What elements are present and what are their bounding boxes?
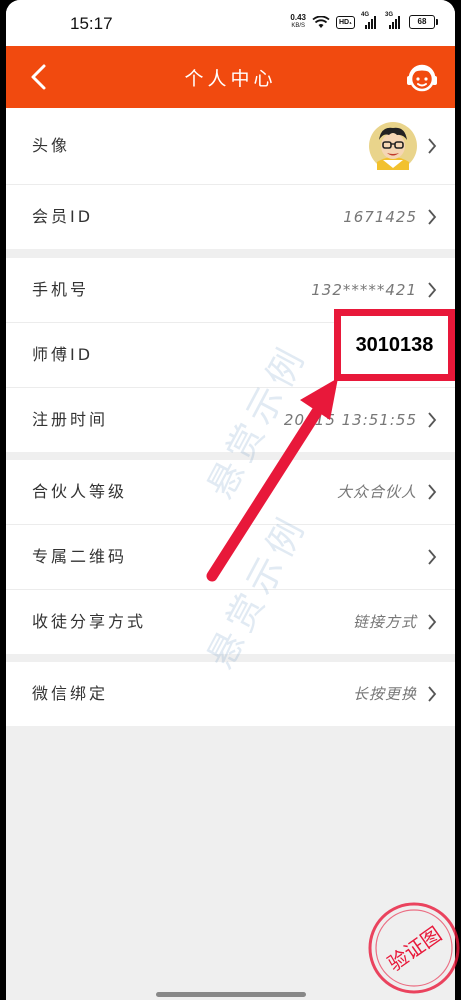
chevron-right-icon	[428, 549, 437, 565]
page-title: 个人中心	[184, 68, 277, 90]
wechat-bind-value: 长按更换	[352, 685, 417, 703]
avatar-row[interactable]: 头像	[6, 108, 455, 185]
partner-level-label: 合伙人等级	[32, 482, 128, 501]
chevron-right-icon	[428, 412, 437, 428]
net-speed-unit: KB/S	[291, 23, 306, 29]
master-id-value: 3010138	[355, 334, 434, 356]
member-id-value: 1671425	[343, 208, 417, 226]
status-time: 15:17	[70, 14, 113, 33]
net-speed: 0.43 KB/S	[290, 14, 306, 30]
chevron-right-icon	[428, 614, 437, 630]
app-screen: 15:17 0.43 KB/S HD₁ 4G 3G 68 个人中心 头像 会员I…	[6, 0, 455, 1000]
member-id-row[interactable]: 会员ID 1671425	[6, 185, 455, 249]
signal-icon-1: 4G	[361, 12, 379, 29]
register-time-value: -15 13:51:55	[308, 411, 417, 429]
chevron-right-icon	[428, 209, 437, 225]
profile-group: 头像 会员ID 1671425	[6, 108, 455, 249]
partner-level-value: 大众合伙人	[336, 483, 417, 501]
verification-stamp: 验证图	[368, 902, 460, 994]
register-time-label: 注册时间	[32, 410, 109, 429]
stamp-text: 验证图	[383, 922, 446, 976]
chevron-right-icon	[428, 686, 437, 702]
nav-bar: 个人中心	[6, 46, 455, 108]
phone-label: 手机号	[32, 280, 90, 299]
status-bar: 15:17 0.43 KB/S HD₁ 4G 3G 68	[6, 0, 455, 46]
net-speed-value: 0.43	[290, 13, 306, 22]
chevron-right-icon	[428, 138, 437, 154]
member-id-label: 会员ID	[32, 207, 94, 226]
qrcode-label: 专属二维码	[32, 547, 128, 566]
avatar[interactable]	[369, 122, 417, 170]
chevron-right-icon	[428, 484, 437, 500]
customer-service-icon[interactable]	[403, 59, 441, 97]
share-method-value: 链接方式	[352, 613, 417, 631]
hd-badge: HD₁	[335, 15, 355, 29]
signal-icon-2: 3G	[385, 12, 403, 29]
avatar-label: 头像	[32, 136, 71, 155]
share-method-label: 收徒分享方式	[32, 612, 147, 631]
chevron-right-icon	[428, 282, 437, 298]
master-id-highlight: 3010138	[334, 309, 455, 381]
home-indicator[interactable]	[156, 992, 306, 997]
status-icons: 0.43 KB/S HD₁ 4G 3G 68	[290, 12, 438, 30]
master-id-label: 师傅ID	[32, 345, 94, 364]
wifi-icon	[312, 15, 330, 28]
battery-icon: 68	[409, 15, 438, 29]
wechat-bind-label: 微信绑定	[32, 684, 109, 703]
